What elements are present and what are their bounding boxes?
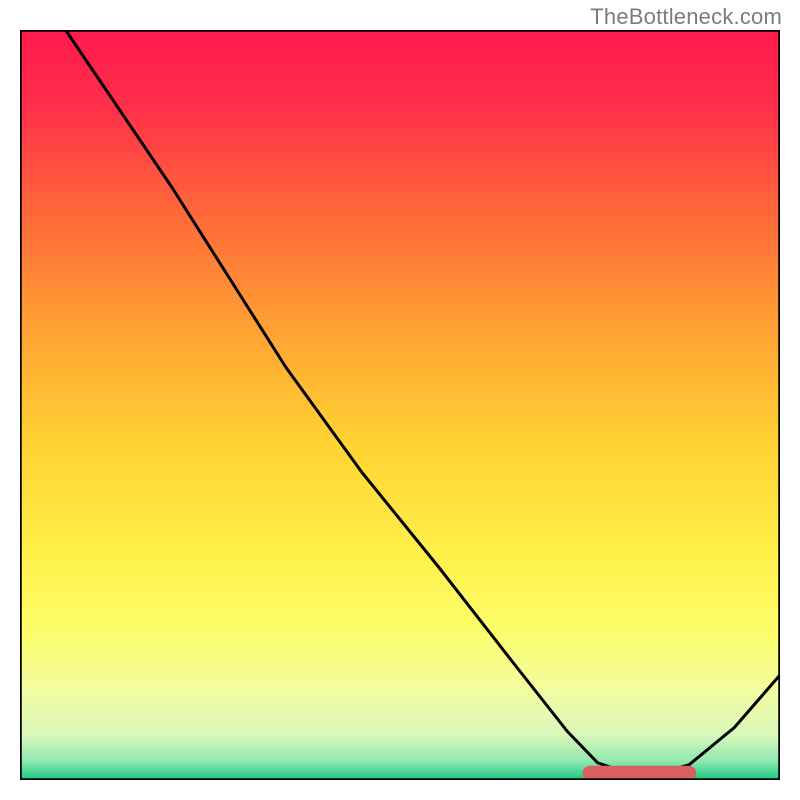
watermark-text: TheBottleneck.com [590,4,782,30]
gradient-background [20,30,780,780]
bottleneck-chart [20,30,780,780]
chart-container: TheBottleneck.com [0,0,800,800]
